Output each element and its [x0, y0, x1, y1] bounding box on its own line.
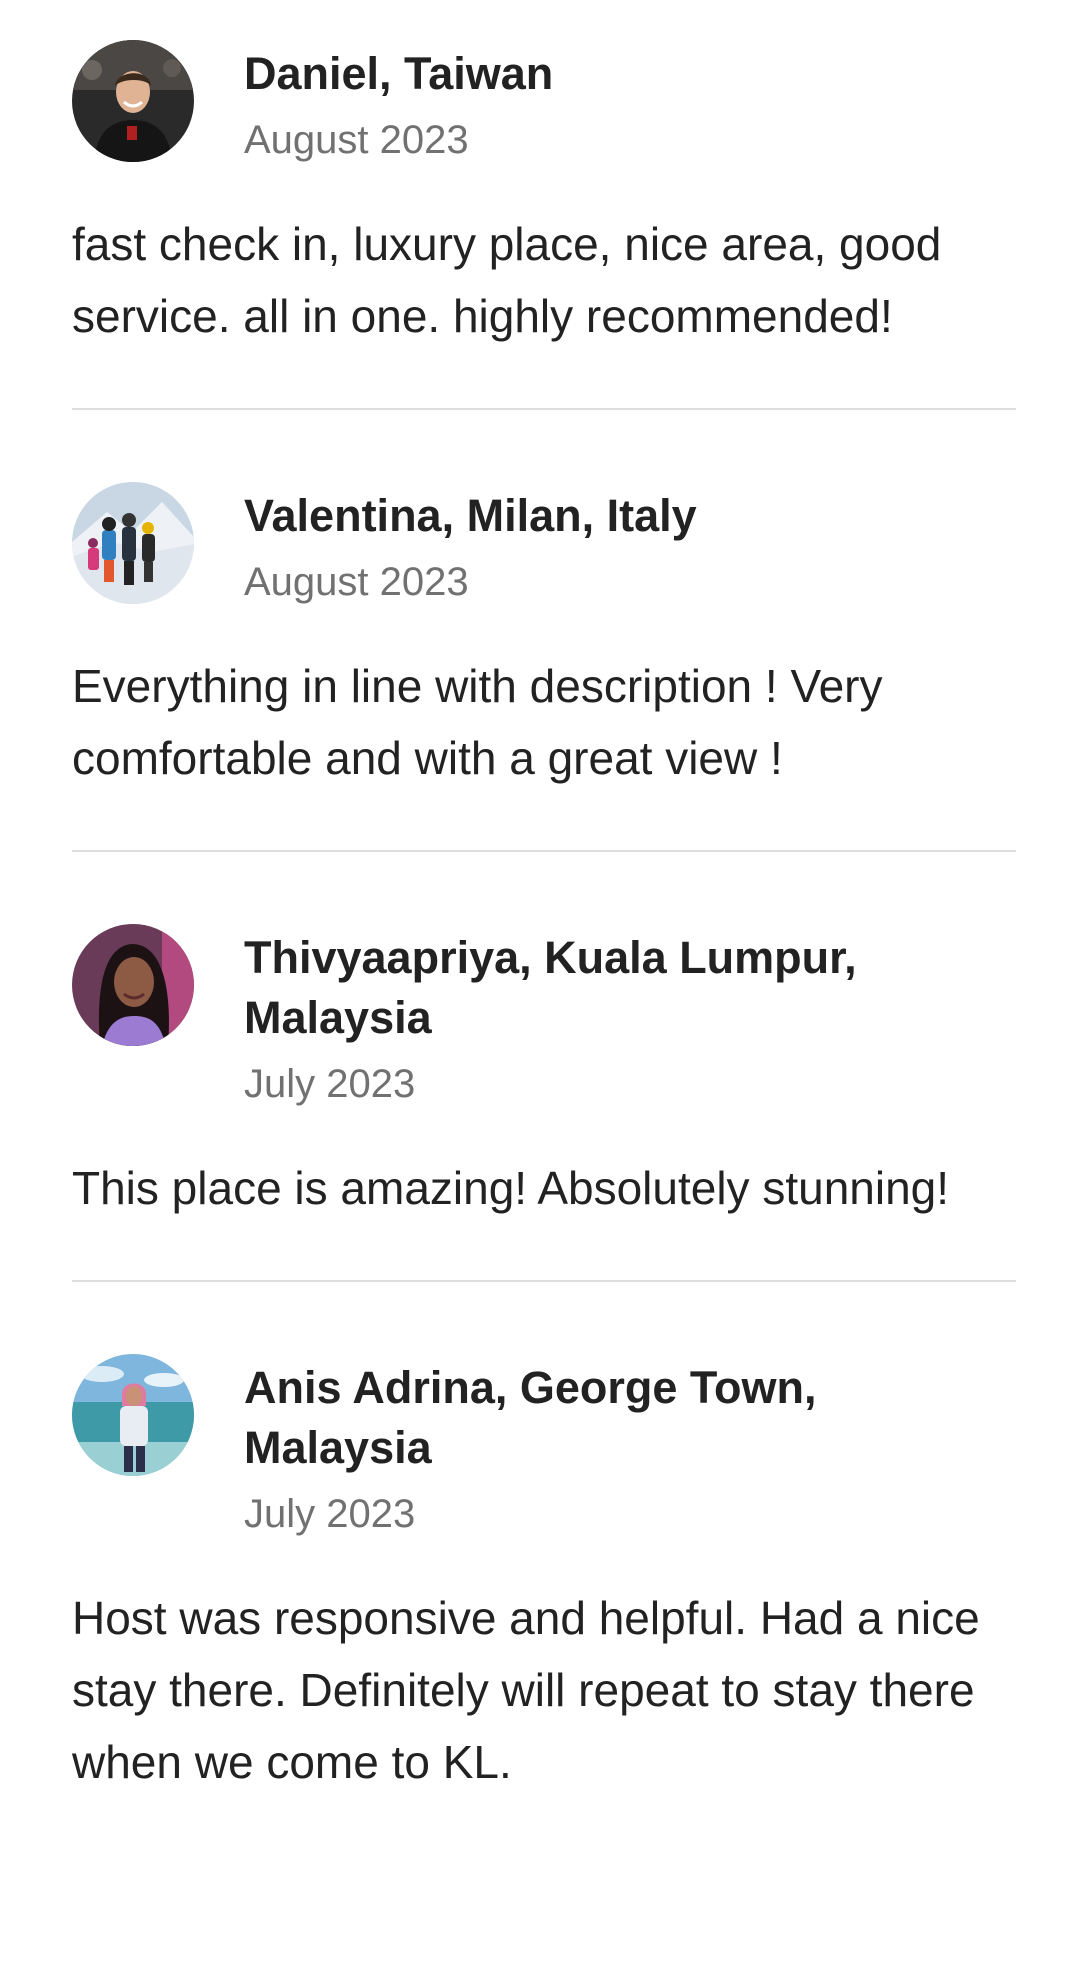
review-header: Anis Adrina, George Town, Malaysia July … — [72, 1354, 1016, 1542]
review-header: Valentina, Milan, Italy August 2023 — [72, 482, 1016, 610]
review-date: July 2023 — [244, 1492, 416, 1536]
reviewer-name: Daniel, Taiwan — [244, 48, 554, 99]
avatar-photo-woman-icon — [72, 924, 194, 1046]
review-item: Thivyaapriya, Kuala Lumpur, Malaysia Jul… — [72, 852, 1016, 1282]
review-item: Anis Adrina, George Town, Malaysia July … — [72, 1282, 1016, 1838]
avatar[interactable] — [72, 924, 194, 1046]
review-date: August 2023 — [244, 560, 469, 604]
review-text: This place is amazing! Absolutely stunni… — [72, 1162, 950, 1214]
reviewer-meta: Valentina, Milan, Italy August 2023 — [244, 482, 697, 610]
review-date: July 2023 — [244, 1062, 416, 1106]
reviewer-meta: Thivyaapriya, Kuala Lumpur, Malaysia Jul… — [244, 924, 1016, 1112]
avatar[interactable] — [72, 1354, 194, 1476]
review-item: Valentina, Milan, Italy August 2023 Ever… — [72, 410, 1016, 852]
avatar-photo-man-icon — [72, 40, 194, 162]
avatar-photo-beach-icon — [72, 1354, 194, 1476]
review-text: Host was responsive and helpful. Had a n… — [72, 1592, 980, 1788]
review-header: Daniel, Taiwan August 2023 — [72, 40, 1016, 168]
reviews-list: Daniel, Taiwan August 2023 fast check in… — [72, 0, 1016, 1838]
reviewer-meta: Daniel, Taiwan August 2023 — [244, 40, 553, 168]
review-text: fast check in, luxury place, nice area, … — [72, 218, 942, 342]
reviewer-name: Valentina, Milan, Italy — [244, 490, 697, 541]
avatar[interactable] — [72, 482, 194, 604]
reviewer-meta: Anis Adrina, George Town, Malaysia July … — [244, 1354, 1016, 1542]
reviewer-name: Thivyaapriya, Kuala Lumpur, Malaysia — [244, 932, 857, 1043]
review-text: Everything in line with description ! Ve… — [72, 660, 883, 784]
avatar-photo-skiers-icon — [72, 482, 194, 604]
avatar[interactable] — [72, 40, 194, 162]
review-date: August 2023 — [244, 118, 469, 162]
review-item: Daniel, Taiwan August 2023 fast check in… — [72, 0, 1016, 410]
reviewer-name: Anis Adrina, George Town, Malaysia — [244, 1362, 817, 1473]
review-header: Thivyaapriya, Kuala Lumpur, Malaysia Jul… — [72, 924, 1016, 1112]
